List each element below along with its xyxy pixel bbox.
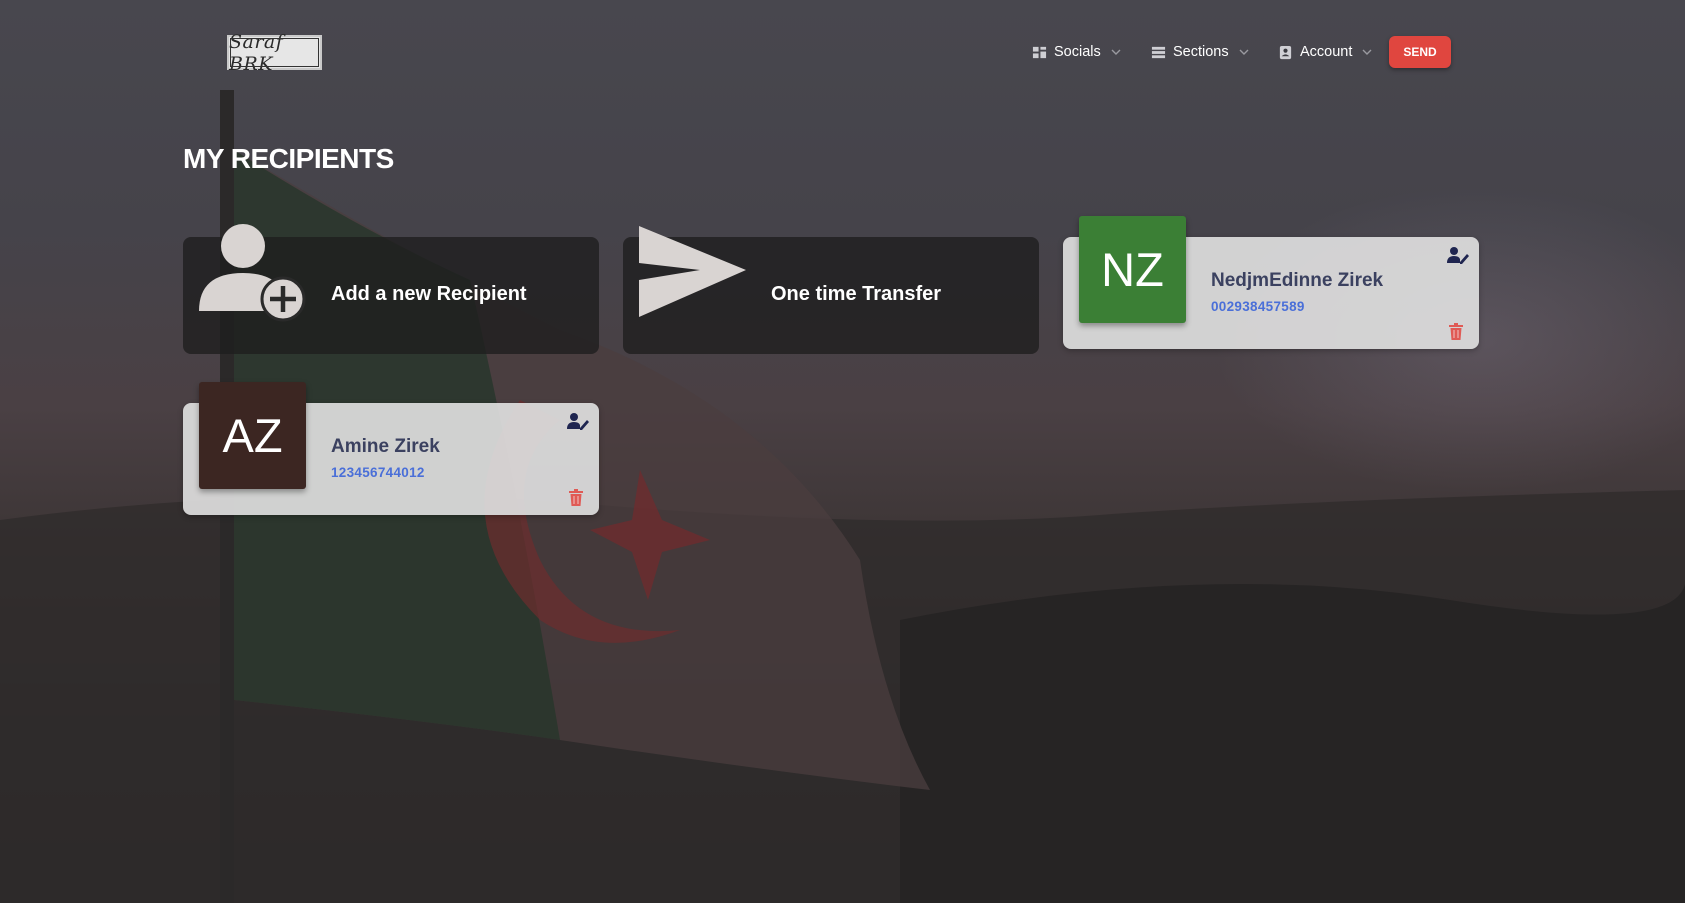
dashboard-icon (1032, 46, 1047, 58)
add-recipient-label: Add a new Recipient (331, 283, 527, 305)
one-time-transfer-card[interactable]: One time Transfer (623, 226, 1039, 354)
recipient-number: 123456744012 (331, 465, 425, 480)
chevron-down-icon (1362, 49, 1372, 55)
chevron-down-icon (1111, 49, 1121, 55)
recipient-card[interactable]: AZ Amine Zirek 123456744012 (183, 382, 599, 515)
account-box-icon (1279, 45, 1292, 59)
delete-icon[interactable] (569, 489, 583, 506)
nav-account[interactable]: Account (1278, 42, 1372, 62)
recipient-name: NedjmEdinne Zirek (1211, 270, 1384, 291)
list-icon (1151, 46, 1166, 58)
recipient-number: 002938457589 (1211, 299, 1305, 314)
nav-socials-label: Socials (1054, 44, 1101, 60)
avatar: NZ (1079, 216, 1186, 323)
nav-sections-label: Sections (1173, 44, 1229, 60)
send-button[interactable]: SEND (1389, 36, 1451, 68)
avatar: AZ (199, 382, 306, 489)
add-recipient-card[interactable]: Add a new Recipient (183, 224, 599, 354)
add-user-icon (199, 224, 306, 322)
logo[interactable]: Saraf BRK (227, 31, 322, 75)
nav-account-label: Account (1300, 44, 1353, 60)
chevron-down-icon (1239, 49, 1249, 55)
delete-icon[interactable] (1449, 323, 1463, 340)
recipient-card[interactable]: NZ NedjmEdinne Zirek 002938457589 (1063, 216, 1479, 349)
one-time-transfer-label: One time Transfer (771, 283, 942, 305)
edit-user-icon[interactable] (1447, 246, 1469, 264)
nav-sections[interactable]: Sections (1151, 42, 1249, 62)
top-navbar: Saraf BRK Socials Sections Account SEND (0, 0, 1685, 104)
edit-user-icon[interactable] (567, 412, 589, 430)
send-arrow-icon (639, 226, 746, 317)
page-title: MY RECIPIENTS (183, 143, 394, 174)
nav-socials[interactable]: Socials (1032, 42, 1121, 62)
recipient-name: Amine Zirek (331, 436, 440, 457)
